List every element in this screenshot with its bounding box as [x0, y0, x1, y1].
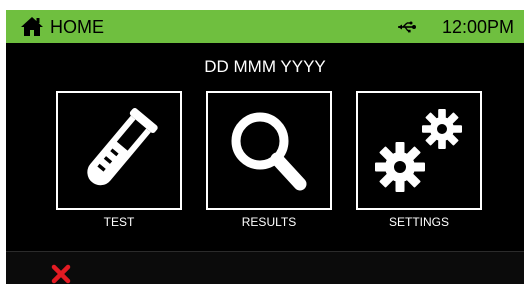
device-screen: HOME 12:00PM DD MMM YYYY TEST RESULTS SE…	[6, 10, 524, 284]
footer-divider	[6, 251, 524, 252]
magnifier-icon	[231, 112, 307, 191]
usb-icon	[398, 21, 416, 33]
page-title: HOME	[50, 17, 104, 37]
settings-button[interactable]	[356, 91, 482, 210]
date-display: DD MMM YYYY	[204, 57, 326, 76]
test-button[interactable]	[56, 91, 182, 210]
home-icon[interactable]	[20, 16, 44, 37]
close-icon[interactable]	[51, 264, 71, 284]
results-button[interactable]	[206, 91, 332, 210]
status-bar: HOME 12:00PM	[6, 10, 524, 43]
clock: 12:00PM	[441, 17, 514, 37]
settings-label: SETTINGS	[388, 215, 449, 229]
test-label: TEST	[103, 215, 135, 229]
gears-icon	[375, 109, 462, 192]
footer-bar	[6, 251, 524, 284]
results-label: RESULTS	[241, 215, 297, 229]
test-tube-icon	[87, 108, 158, 186]
